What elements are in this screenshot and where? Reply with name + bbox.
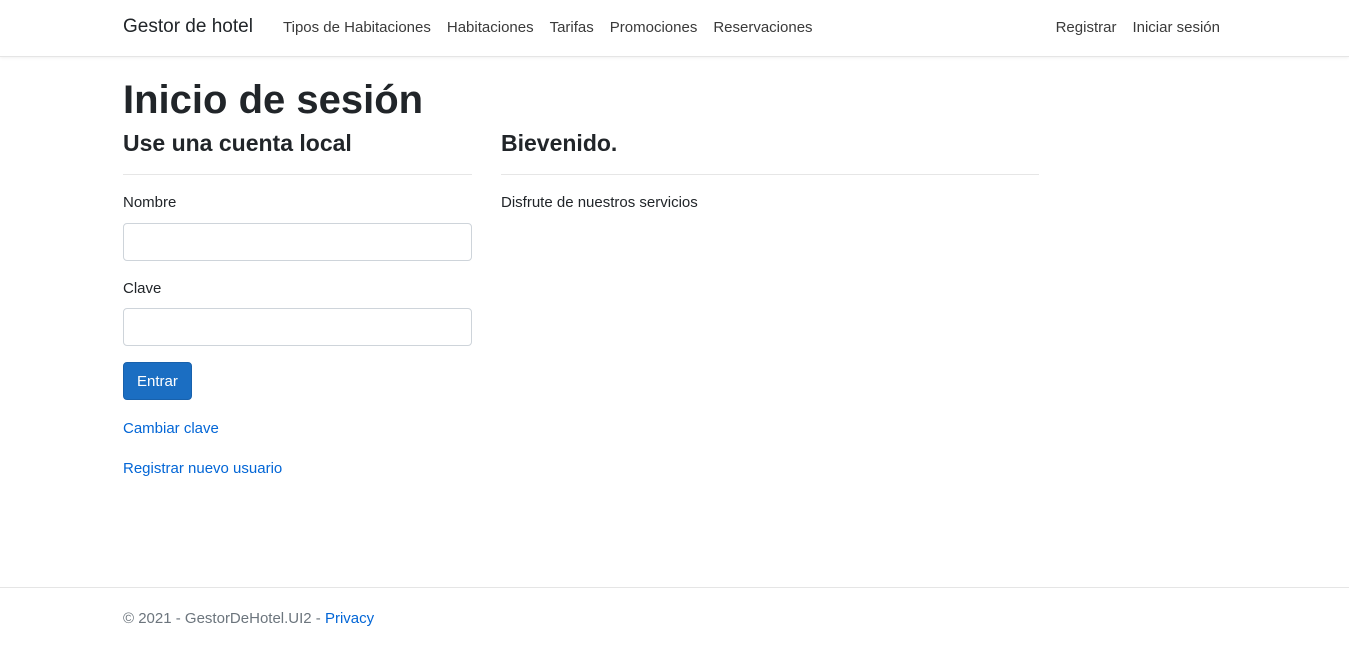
welcome-heading: Bievenido. — [501, 130, 618, 156]
submit-button[interactable]: Entrar — [123, 362, 192, 400]
welcome-section: Bievenido. Disfrute de nuestros servicio… — [501, 130, 1039, 211]
login-section: Use una cuenta local Nombre Clave Entrar… — [123, 130, 472, 477]
name-input[interactable] — [123, 223, 472, 261]
change-password-link[interactable]: Cambiar clave — [123, 420, 219, 437]
nav-tipos-de-habitaciones[interactable]: Tipos de Habitaciones — [283, 19, 431, 36]
nav-reservaciones[interactable]: Reservaciones — [713, 19, 812, 36]
password-label: Clave — [123, 280, 162, 297]
nav-iniciar-sesion[interactable]: Iniciar sesión — [1132, 19, 1220, 36]
nav-habitaciones[interactable]: Habitaciones — [447, 19, 534, 36]
footer-text: © 2021 - GestorDeHotel.UI2 - Privacy — [123, 610, 374, 627]
footer: © 2021 - GestorDeHotel.UI2 - Privacy — [0, 587, 1349, 645]
login-divider — [123, 174, 472, 175]
nav-promociones[interactable]: Promociones — [610, 19, 698, 36]
password-field-wrapper — [123, 308, 472, 346]
password-input[interactable] — [123, 308, 472, 346]
account-nav: Registrar Iniciar sesión — [1056, 19, 1220, 36]
navbar: Gestor de hotel Tipos de Habitaciones Ha… — [0, 0, 1349, 57]
register-new-user-link[interactable]: Registrar nuevo usuario — [123, 460, 282, 477]
name-field-wrapper — [123, 223, 472, 261]
page-title: Inicio de sesión — [123, 78, 424, 122]
brand-link[interactable]: Gestor de hotel — [123, 16, 253, 38]
welcome-text: Disfrute de nuestros servicios — [501, 194, 698, 211]
welcome-divider — [501, 174, 1039, 175]
name-label: Nombre — [123, 194, 177, 211]
nav-registrar[interactable]: Registrar — [1056, 19, 1117, 36]
privacy-link[interactable]: Privacy — [325, 610, 374, 627]
footer-copyright: © 2021 - GestorDeHotel.UI2 - — [123, 610, 325, 627]
login-heading: Use una cuenta local — [123, 130, 352, 156]
nav-tarifas[interactable]: Tarifas — [550, 19, 594, 36]
main-nav: Tipos de Habitaciones Habitaciones Tarif… — [283, 19, 813, 36]
